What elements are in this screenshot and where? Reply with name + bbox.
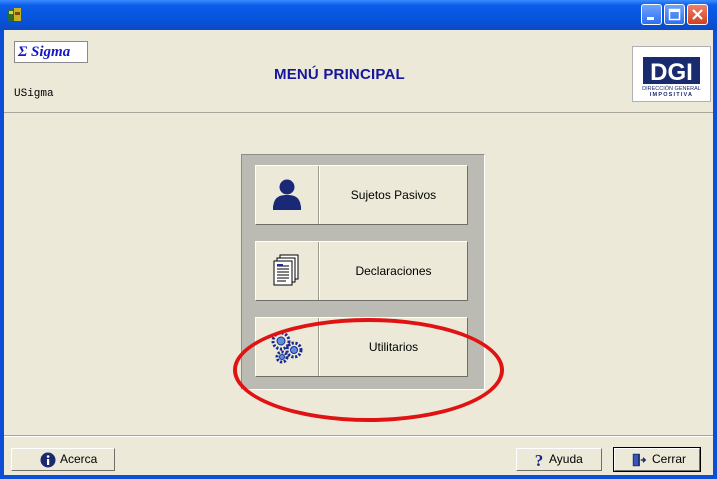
ayuda-button[interactable]: ? Ayuda — [516, 448, 602, 471]
page-title: MENÚ PRINCIPAL — [274, 66, 405, 83]
documents-icon — [273, 254, 299, 286]
minimize-icon — [647, 17, 654, 20]
svg-text:DGI: DGI — [650, 59, 693, 86]
app-subtitle: USigma — [14, 88, 54, 100]
sujetos-pasivos-button[interactable]: Sujetos Pasivos — [255, 165, 468, 225]
footer-divider — [4, 435, 713, 437]
title-bar[interactable] — [0, 0, 717, 30]
main-client-area: Σ Sigma USigma MENÚ PRINCIPAL DGI DIRECC… — [4, 30, 713, 475]
dgi-logo: DGI DIRECCIÓN GENERAL IMPOSITIVA — [632, 46, 711, 102]
cerrar-label: Cerrar — [652, 452, 687, 466]
help-question-icon: ? — [535, 452, 544, 468]
utilitarios-button[interactable]: Utilitarios — [255, 317, 468, 377]
maximize-icon — [668, 8, 681, 21]
gears-icon — [271, 331, 303, 364]
svg-text:?: ? — [535, 452, 544, 468]
acerca-label: Acerca — [60, 452, 98, 466]
application-window: Σ Sigma USigma MENÚ PRINCIPAL DGI DIRECC… — [0, 0, 717, 479]
header: Σ Sigma USigma MENÚ PRINCIPAL DGI DIRECC… — [4, 30, 713, 113]
info-icon — [40, 452, 56, 468]
dgi-line-2: IMPOSITIVA — [649, 92, 694, 98]
exit-door-icon — [632, 453, 647, 467]
close-window-button[interactable] — [687, 4, 708, 25]
menu-icon-cell — [256, 242, 319, 300]
cerrar-button[interactable]: Cerrar — [613, 447, 701, 472]
sigma-logo: Σ Sigma — [14, 41, 88, 63]
close-icon — [692, 9, 703, 20]
menu-item-label: Declaraciones — [355, 264, 432, 278]
dgi-mark-icon: DGI — [643, 57, 700, 86]
menu-panel: Sujetos Pasivos Declaraciones Utilitario… — [241, 154, 485, 390]
menu-item-label: Sujetos Pasivos — [350, 188, 437, 202]
declaraciones-button[interactable]: Declaraciones — [255, 241, 468, 301]
menu-icon-cell — [256, 318, 319, 376]
ayuda-label: Ayuda — [549, 452, 583, 466]
app-icon[interactable] — [6, 6, 24, 24]
maximize-button[interactable] — [664, 4, 685, 25]
person-icon — [273, 179, 301, 210]
menu-item-label: Utilitarios — [368, 340, 419, 354]
acerca-button[interactable]: Acerca — [11, 448, 115, 471]
menu-icon-cell — [256, 166, 319, 224]
minimize-button[interactable] — [641, 4, 662, 25]
